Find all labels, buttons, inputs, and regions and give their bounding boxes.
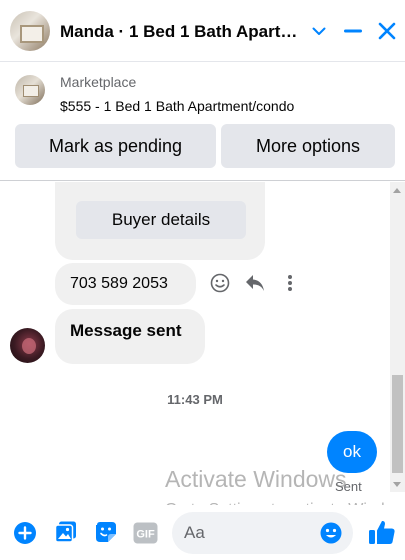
mark-as-pending-button[interactable]: Mark as pending — [15, 124, 216, 168]
more-actions-icon[interactable] — [279, 272, 301, 294]
listing-thumbnail[interactable] — [15, 75, 45, 105]
gif-label: GIF — [136, 529, 155, 541]
chat-header: Manda · 1 Bed 1 Bath Apartment/condo — [0, 0, 405, 62]
scroll-up-icon[interactable] — [393, 188, 401, 193]
buyer-details-button[interactable]: Buyer details — [76, 201, 246, 239]
message-sent-bubble[interactable]: Message sent — [55, 309, 205, 364]
phone-message-bubble[interactable]: 703 589 2053 — [55, 263, 196, 305]
reply-icon[interactable] — [244, 272, 266, 294]
scroll-down-icon[interactable] — [393, 482, 401, 487]
message-scrollbar[interactable] — [390, 182, 405, 492]
gif-icon[interactable]: GIF — [133, 521, 158, 545]
watermark-title: Activate Windows — [165, 466, 347, 492]
message-timestamp: 11:43 PM — [167, 392, 223, 407]
minimize-icon[interactable] — [340, 18, 366, 44]
add-plus-icon[interactable] — [13, 521, 37, 545]
sent-status: Sent — [335, 479, 362, 494]
contact-avatar[interactable] — [10, 11, 50, 51]
scrollbar-thumb[interactable] — [392, 375, 403, 473]
listing-source: Marketplace — [60, 74, 137, 90]
listing-title[interactable]: $555 - 1 Bed 1 Bath Apartment/condo — [60, 98, 294, 114]
chevron-down-icon[interactable] — [306, 18, 332, 44]
marketplace-listing-panel: Marketplace $555 - 1 Bed 1 Bath Apartmen… — [0, 62, 405, 181]
react-smiley-icon[interactable] — [209, 272, 231, 294]
photo-gallery-icon[interactable] — [54, 520, 78, 544]
more-options-button[interactable]: More options — [221, 124, 395, 168]
message-input[interactable] — [184, 521, 314, 545]
close-icon[interactable] — [374, 18, 400, 44]
sender-avatar[interactable] — [10, 328, 45, 363]
outgoing-message-bubble[interactable]: ok — [327, 431, 377, 473]
thumbs-up-icon[interactable] — [368, 518, 396, 546]
sticker-icon[interactable] — [94, 520, 118, 544]
chat-title[interactable]: Manda · 1 Bed 1 Bath Apartment/condo — [60, 22, 300, 42]
emoji-icon[interactable] — [320, 522, 342, 544]
